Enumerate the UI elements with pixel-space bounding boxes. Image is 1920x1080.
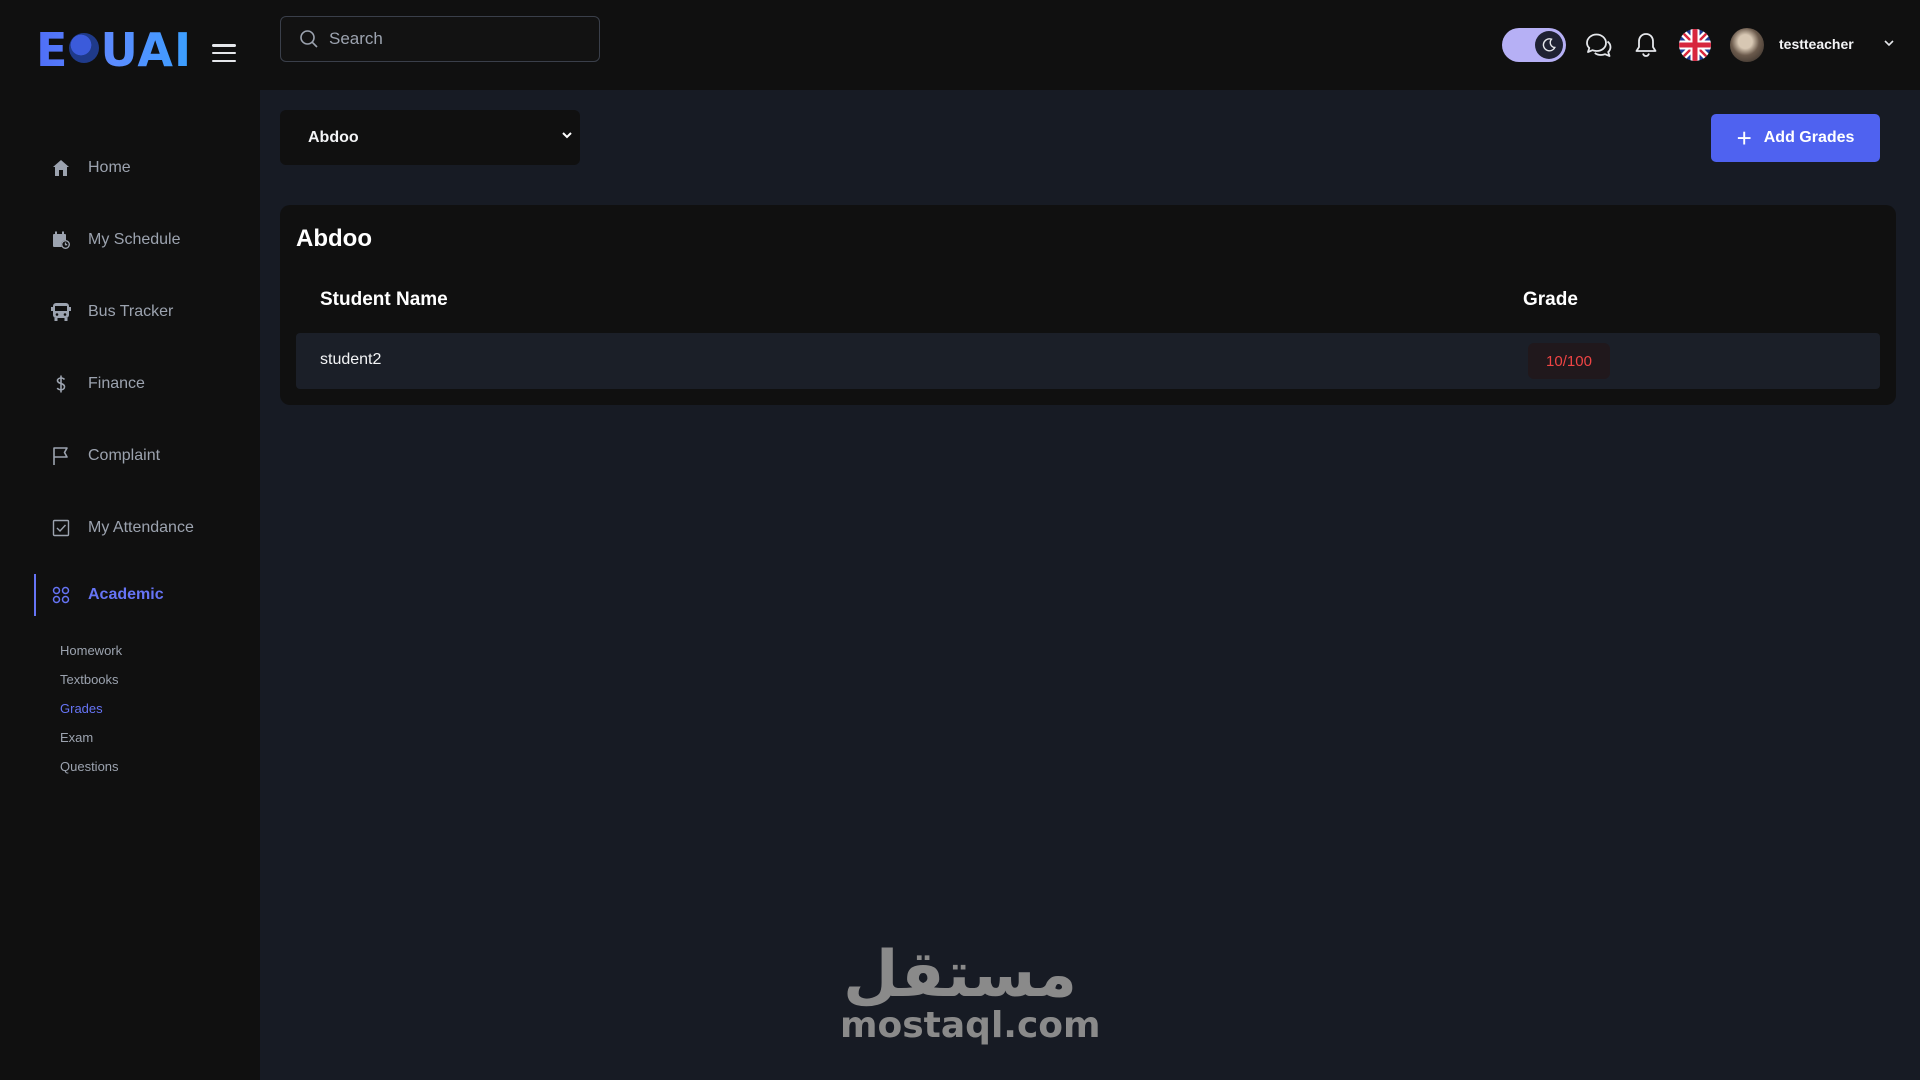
sidebar-nav: Home My Schedule Bus Tracker Finance Com… — [0, 132, 260, 781]
sidebar-item-home[interactable]: Home — [0, 132, 260, 204]
subnav-item-textbooks[interactable]: Textbooks — [60, 665, 260, 694]
grade-badge: 10/100 — [1528, 343, 1610, 379]
calendar-clock-icon — [50, 229, 72, 251]
card-title: Abdoo — [296, 225, 372, 252]
search-icon — [300, 30, 318, 48]
sidebar-item-academic[interactable]: Academic — [34, 574, 260, 616]
grid-icon — [50, 584, 72, 606]
flag-icon — [50, 445, 72, 467]
sidebar-item-label: Academic — [88, 586, 164, 603]
plus-icon: + — [1736, 123, 1752, 153]
sidebar-item-my-schedule[interactable]: My Schedule — [0, 204, 260, 276]
sidebar-item-finance[interactable]: Finance — [0, 348, 260, 420]
table-row[interactable]: student2 10/100 — [296, 333, 1880, 389]
subnav-item-exam[interactable]: Exam — [60, 723, 260, 752]
sidebar-item-label: Complaint — [88, 447, 161, 464]
theme-toggle[interactable] — [1502, 28, 1566, 62]
sidebar: E UAI Home My Schedule Bus Tracker Financ… — [0, 0, 260, 1080]
avatar[interactable] — [1730, 28, 1764, 62]
sidebar-item-label: Bus Tracker — [88, 303, 174, 320]
top-bar: testteacher — [260, 0, 1920, 90]
menu-toggle-icon[interactable] — [212, 44, 236, 62]
moon-icon — [1535, 31, 1563, 59]
student-name-cell: student2 — [320, 351, 382, 368]
watermark-latin: mostaql.com — [840, 1005, 1101, 1046]
sidebar-item-complaint[interactable]: Complaint — [0, 420, 260, 492]
search-input[interactable] — [329, 29, 589, 49]
chat-icon[interactable] — [1583, 30, 1613, 60]
add-grades-button[interactable]: + Add Grades — [1711, 114, 1880, 162]
subnav-item-questions[interactable]: Questions — [60, 752, 260, 781]
dollar-icon — [50, 373, 72, 395]
search-box[interactable] — [280, 16, 600, 62]
checkbox-icon — [50, 517, 72, 539]
bell-icon[interactable] — [1631, 30, 1661, 60]
academic-subnav: Homework Textbooks Grades Exam Questions — [0, 636, 260, 781]
add-grades-label: Add Grades — [1763, 129, 1855, 146]
chevron-down-icon — [560, 128, 574, 147]
grades-card: Abdoo Student Name Grade student2 10/100 — [280, 205, 1896, 405]
sidebar-item-label: Home — [88, 159, 131, 176]
home-icon — [50, 157, 72, 179]
class-select-value: Abdoo — [308, 128, 359, 146]
class-select[interactable]: Abdoo — [280, 110, 580, 165]
sidebar-item-label: My Attendance — [88, 519, 194, 536]
subnav-item-grades[interactable]: Grades — [60, 694, 260, 723]
subnav-item-homework[interactable]: Homework — [60, 636, 260, 665]
bus-icon — [50, 301, 72, 323]
watermark: مستقل mostaql.com — [840, 938, 1101, 1046]
username[interactable]: testteacher — [1779, 36, 1854, 52]
column-header-grade: Grade — [1523, 289, 1578, 310]
sidebar-item-label: My Schedule — [88, 231, 181, 248]
app-logo[interactable]: E UAI — [36, 23, 192, 77]
column-header-student-name: Student Name — [320, 289, 448, 310]
sidebar-item-bus-tracker[interactable]: Bus Tracker — [0, 276, 260, 348]
sidebar-item-my-attendance[interactable]: My Attendance — [0, 492, 260, 564]
sidebar-item-label: Finance — [88, 375, 145, 392]
watermark-arabic: مستقل — [842, 938, 1078, 1012]
uk-flag-icon[interactable] — [1678, 28, 1712, 62]
chevron-down-icon[interactable] — [1882, 36, 1896, 55]
